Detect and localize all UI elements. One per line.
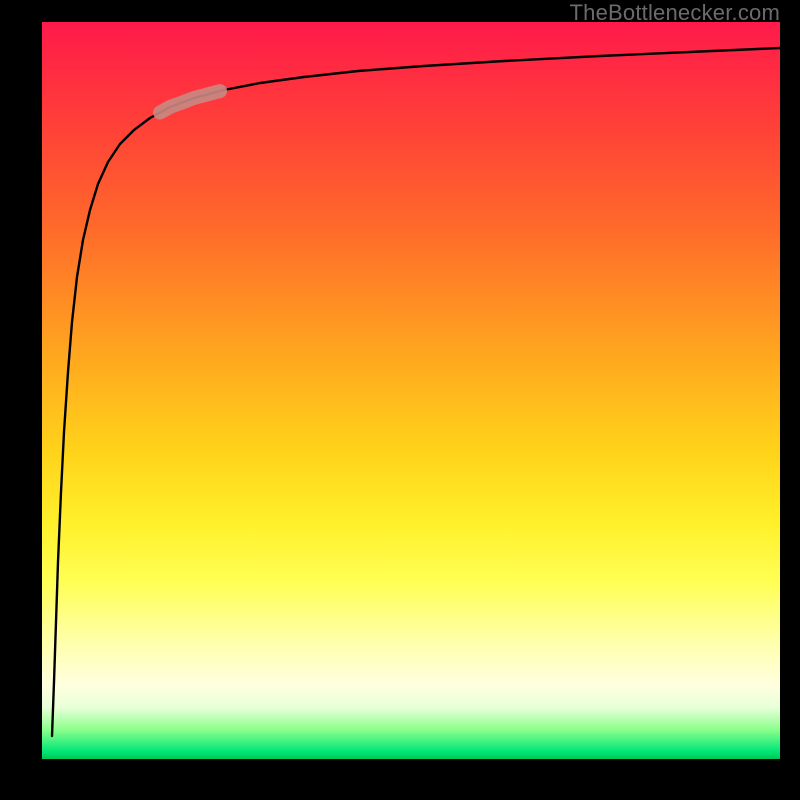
curve-layer [42, 22, 780, 759]
chart-frame: TheBottlenecker.com [0, 0, 800, 800]
highlight-segment [160, 91, 220, 112]
bottleneck-curve [52, 48, 780, 736]
plot-area [42, 22, 780, 759]
